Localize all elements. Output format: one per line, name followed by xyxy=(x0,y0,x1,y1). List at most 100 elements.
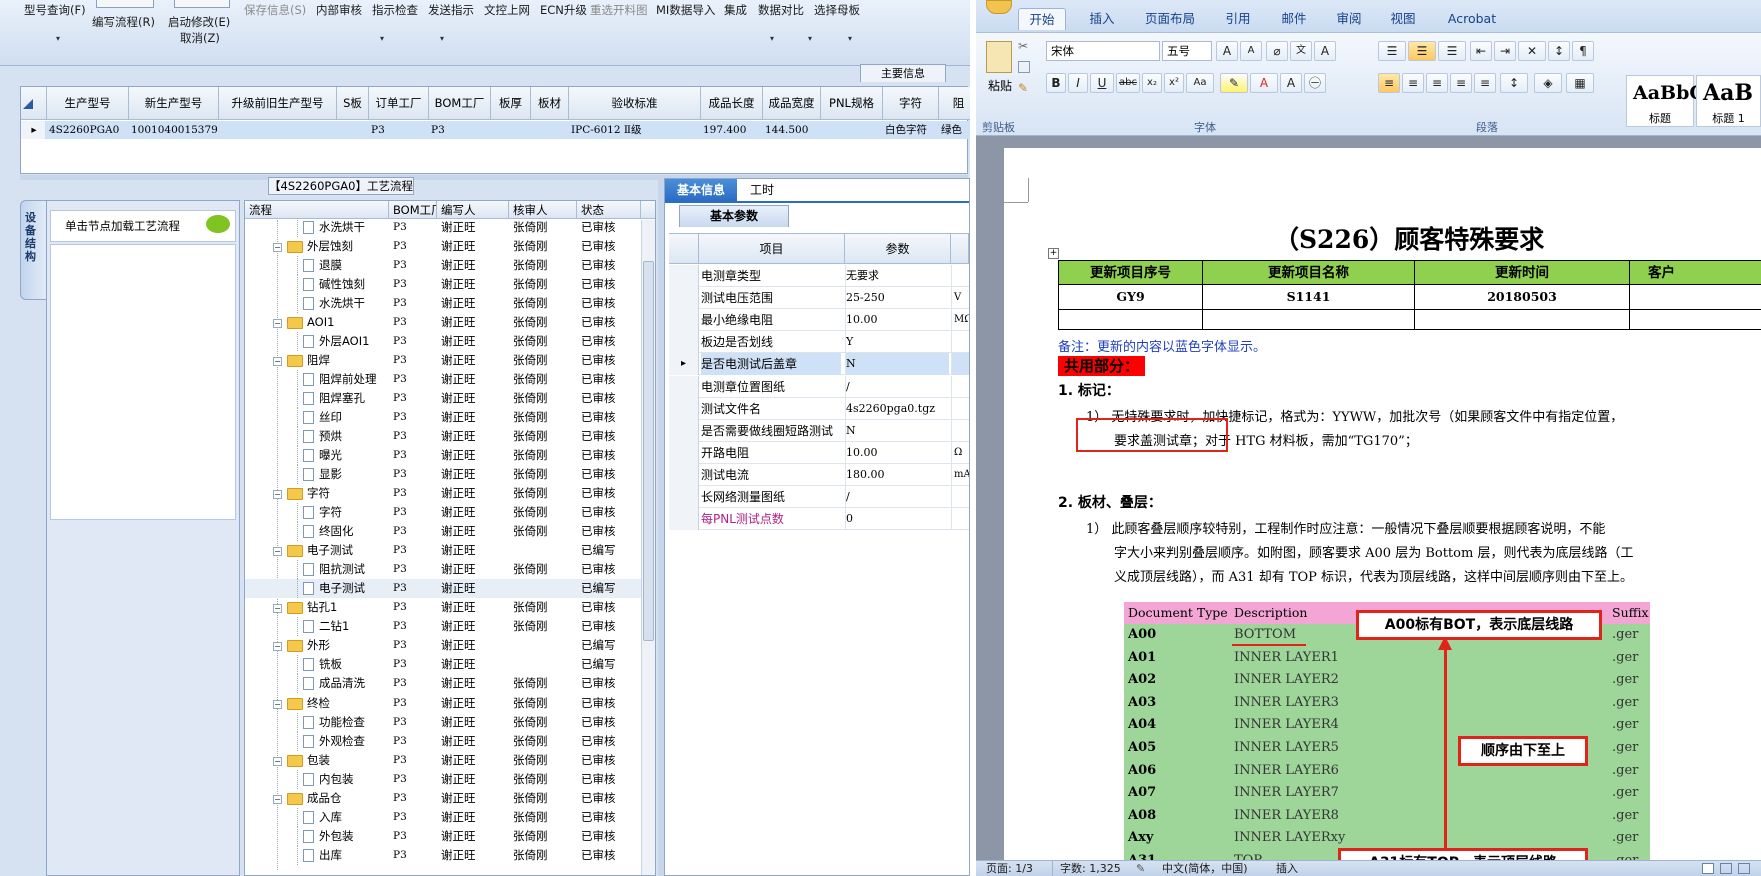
tree-row[interactable]: 水洗烘干 P3 谢正旺 张倚刚 已审核 xyxy=(245,218,645,237)
shading-icon[interactable]: ◈ xyxy=(1534,73,1562,93)
bold-button[interactable]: B xyxy=(1046,73,1066,93)
enclose-char-icon[interactable]: ㊀ xyxy=(1304,73,1326,93)
grid-header[interactable]: 阻 xyxy=(939,87,970,120)
grid-header[interactable]: 板厚 xyxy=(491,87,531,120)
toolbar-button-2[interactable]: 启动修改(E) xyxy=(168,14,230,30)
param-row[interactable]: 测试文件名 4s2260pga0.tgz xyxy=(669,397,969,420)
char-border-icon[interactable]: A xyxy=(1314,41,1336,61)
param-value[interactable]: Y xyxy=(845,331,949,354)
tree-row[interactable]: − 字符 P3 谢正旺 张倚刚 已审核 xyxy=(245,484,645,503)
tree-row[interactable]: 字符 P3 谢正旺 张倚刚 已审核 xyxy=(245,503,645,523)
toolbar-button-0[interactable]: 型号查询(F) xyxy=(24,2,86,18)
status-insert-mode[interactable]: 插入 xyxy=(1276,861,1298,876)
underline-button[interactable]: U xyxy=(1090,73,1114,93)
grid-header[interactable]: 生产型号 xyxy=(47,87,129,120)
tree-scroll-thumb[interactable] xyxy=(643,261,654,641)
tree-row[interactable]: 外层AOI1 P3 谢正旺 张倚刚 已审核 xyxy=(245,332,645,352)
tree-row[interactable]: 水洗烘干 P3 谢正旺 张倚刚 已审核 xyxy=(245,294,645,314)
cut-icon[interactable]: ✂ xyxy=(1018,39,1028,53)
align-center-icon[interactable]: ≡ xyxy=(1402,73,1424,93)
grid-cell[interactable]: 4S2260PGA0 xyxy=(45,121,127,139)
show-marks-icon[interactable]: ¶ xyxy=(1572,41,1594,61)
tab-work-hours[interactable]: 工时 xyxy=(739,179,785,201)
tree-row[interactable]: 内包装 P3 谢正旺 张倚刚 已审核 xyxy=(245,769,645,789)
grid-cell[interactable]: P3 xyxy=(367,121,427,139)
tree-row[interactable]: 成品清洗 P3 谢正旺 张倚刚 已审核 xyxy=(245,674,645,694)
format-painter-icon[interactable]: ✎ xyxy=(1018,81,1028,95)
param-row[interactable]: 测试电流 180.00mA xyxy=(669,463,969,486)
update-cell-seq[interactable]: GY9 xyxy=(1058,285,1203,310)
param-value[interactable]: 4s2260pga0.tgz xyxy=(845,397,949,420)
param-row[interactable]: 每PNL测试点数 0 xyxy=(669,508,969,531)
grid-header[interactable]: 板材 xyxy=(531,87,569,120)
numbering-icon[interactable]: ☰ xyxy=(1408,41,1436,61)
param-row[interactable]: 测试电压范围 25-250 V xyxy=(669,287,969,310)
tree-row[interactable]: 阻焊塞孔 P3 谢正旺 张倚刚 已审核 xyxy=(245,389,645,409)
font-size-select[interactable]: 五号 xyxy=(1162,41,1212,61)
toolbar-button-3[interactable]: 保存信息(S) xyxy=(244,2,306,18)
grid-header[interactable]: 成品长度 xyxy=(701,87,763,120)
shrink-font-button[interactable]: A xyxy=(1240,41,1262,61)
style-heading-1[interactable]: AaB 标题 1 xyxy=(1696,75,1761,127)
tree-row[interactable]: 显影 P3 谢正旺 张倚刚 已审核 xyxy=(245,465,645,485)
tree-row[interactable]: − 电子测试 P3 谢正旺 已编写 xyxy=(245,541,645,560)
grid-cell[interactable] xyxy=(819,121,881,139)
collapse-icon[interactable]: − xyxy=(273,794,282,804)
toolbar-button-13[interactable]: 选择母板 xyxy=(814,2,860,18)
ribbon-tab-1[interactable]: 插入 xyxy=(1076,8,1128,30)
document-page[interactable]: （S226）顾客特殊要求 + 更新项目序号 更新项目名称 更新时间 客户 GY9… xyxy=(1004,148,1761,860)
tree-row[interactable]: − 包装 P3 谢正旺 张倚刚 已审核 xyxy=(245,751,645,770)
grid-header[interactable]: 新生产型号 xyxy=(129,87,219,120)
collapse-icon[interactable]: − xyxy=(273,319,282,329)
char-shading-icon[interactable]: A xyxy=(1280,73,1302,93)
process-title-tab[interactable]: 【4S2260PGA0】工艺流程 xyxy=(268,177,414,195)
chat-bubble-icon[interactable] xyxy=(206,215,230,233)
grid-header[interactable]: 验收标准 xyxy=(569,87,701,120)
asian-layout-icon[interactable]: ✕ xyxy=(1518,41,1546,61)
toolbar-button-6[interactable]: 发送指示 xyxy=(428,2,474,18)
collapse-icon[interactable]: − xyxy=(273,756,282,766)
tree-header-col[interactable]: 流程 xyxy=(245,201,389,219)
tree-row[interactable]: 铣板 P3 谢正旺 已编写 xyxy=(245,655,645,675)
paste-button[interactable]: 粘贴 xyxy=(988,77,1012,94)
full-screen-icon[interactable] xyxy=(1720,863,1732,874)
dropdown-arrow-icon[interactable]: ▾ xyxy=(380,34,384,43)
tree-row[interactable]: − 外形 P3 谢正旺 已编写 xyxy=(245,636,645,655)
ribbon-tab-6[interactable]: 视图 xyxy=(1380,8,1426,30)
grid-cell[interactable]: 白色字符 xyxy=(881,121,937,139)
collapse-icon[interactable]: − xyxy=(273,357,282,367)
param-value[interactable]: 25-250 xyxy=(845,287,949,310)
grid-header[interactable]: 字符 xyxy=(883,87,939,120)
justify-icon[interactable]: ≡ xyxy=(1450,73,1472,93)
node-list[interactable] xyxy=(50,244,236,520)
grid-header[interactable]: S板 xyxy=(337,87,369,120)
tree-header-col[interactable]: BOM工厂 xyxy=(389,201,437,219)
ribbon-tab-0[interactable]: 开始 xyxy=(1018,8,1066,30)
tree-row[interactable]: − 终检 P3 谢正旺 张倚刚 已审核 xyxy=(245,694,645,713)
grid-header[interactable]: 升级前旧生产型号 xyxy=(219,87,337,120)
tree-row[interactable]: − 外层蚀刻 P3 谢正旺 张倚刚 已审核 xyxy=(245,237,645,256)
sort-icon[interactable]: ↕ xyxy=(1548,41,1570,61)
tree-row[interactable]: 入库 P3 谢正旺 张倚刚 已审核 xyxy=(245,807,645,827)
tree-header-col[interactable]: 状态 xyxy=(577,201,641,219)
process-tree[interactable]: 流程BOM工厂编写人核审人状态 水洗烘干P3谢正旺张倚刚已审核−外层蚀刻P3谢正… xyxy=(244,200,656,876)
ribbon-tab-4[interactable]: 邮件 xyxy=(1270,8,1318,30)
borders-icon[interactable]: ▦ xyxy=(1566,73,1594,93)
clear-format-icon[interactable]: ⌀ xyxy=(1266,41,1288,61)
grid-cell[interactable]: 绿色 xyxy=(937,121,970,139)
align-right-icon[interactable]: ≡ xyxy=(1426,73,1448,93)
toolbar-button-11[interactable]: 集成 xyxy=(724,2,747,18)
tree-row[interactable]: − 阻焊 P3 谢正旺 张倚刚 已审核 xyxy=(245,351,645,370)
tree-header-col[interactable]: 编写人 xyxy=(437,201,509,219)
table-move-handle-icon[interactable]: + xyxy=(1048,248,1059,259)
tree-row[interactable]: 丝印 P3 谢正旺 张倚刚 已审核 xyxy=(245,408,645,428)
tree-row[interactable]: 终固化 P3 谢正旺 张倚刚 已审核 xyxy=(245,522,645,542)
param-row[interactable]: 电测章类型 无要求 xyxy=(669,265,969,287)
grid-cell[interactable] xyxy=(217,121,335,139)
grid-cell[interactable]: 10010400153793 xyxy=(127,121,217,139)
param-row[interactable]: 长网络测量图纸 / xyxy=(669,486,969,508)
param-value[interactable]: / xyxy=(845,375,949,398)
cancel-button[interactable]: 取消(Z) xyxy=(180,30,220,46)
tree-row[interactable]: 外观检查 P3 谢正旺 张倚刚 已审核 xyxy=(245,731,645,751)
update-empty-cell[interactable] xyxy=(1414,310,1630,330)
